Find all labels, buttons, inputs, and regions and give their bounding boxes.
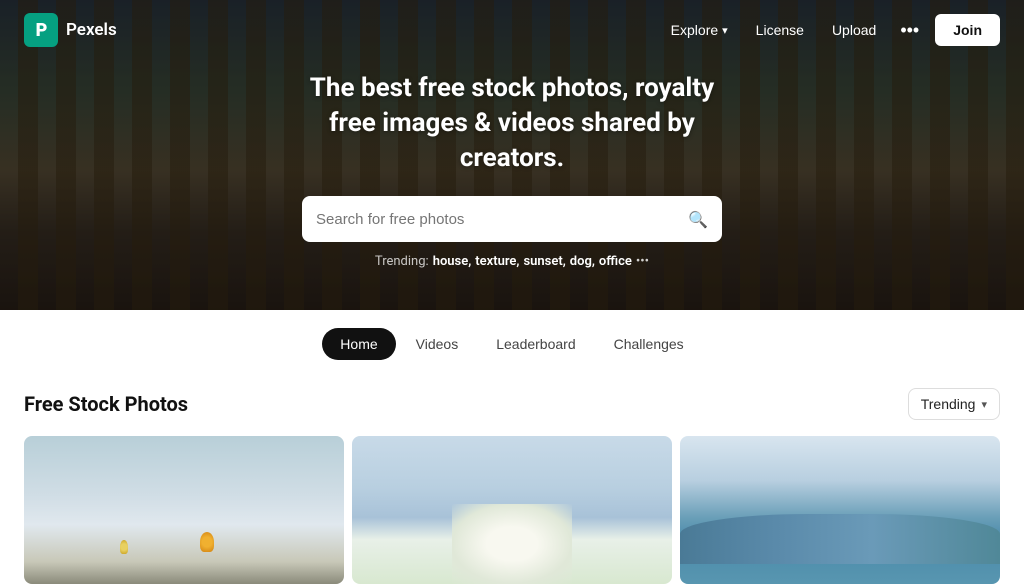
trending-tag-dog[interactable]: dog,: [570, 254, 595, 269]
trending-tag-texture[interactable]: texture,: [475, 254, 519, 269]
tabs-bar: Home Videos Leaderboard Challenges: [0, 310, 1024, 372]
trending-tag-sunset[interactable]: sunset,: [523, 254, 565, 269]
nav-right: Explore ▾ License Upload ••• Join: [659, 14, 1000, 47]
chevron-down-icon: ▾: [722, 24, 728, 37]
search-bar: 🔍: [302, 196, 722, 242]
tab-leaderboard[interactable]: Leaderboard: [478, 328, 593, 360]
logo-icon: P: [24, 13, 58, 47]
trending-tag-house[interactable]: house,: [433, 254, 472, 269]
upload-nav-button[interactable]: Upload: [820, 16, 888, 44]
explore-nav-button[interactable]: Explore ▾: [659, 16, 740, 44]
tab-challenges[interactable]: Challenges: [596, 328, 702, 360]
photo-card[interactable]: [352, 436, 672, 584]
brand-name: Pexels: [66, 20, 117, 40]
photo-card[interactable]: [24, 436, 344, 584]
search-input[interactable]: [316, 211, 680, 228]
search-icon: 🔍: [688, 210, 708, 229]
photos-header: Free Stock Photos Trending ▾: [24, 388, 1000, 420]
hero-section: P Pexels Explore ▾ License Upload ••• Jo…: [0, 0, 1024, 310]
photo-grid: [24, 436, 1000, 584]
navbar: P Pexels Explore ▾ License Upload ••• Jo…: [0, 0, 1024, 60]
trending-more-button[interactable]: •••: [636, 254, 649, 269]
tab-home[interactable]: Home: [322, 328, 395, 360]
chevron-down-icon: ▾: [981, 398, 987, 411]
more-options-button[interactable]: •••: [892, 14, 927, 47]
license-nav-button[interactable]: License: [744, 16, 816, 44]
join-button[interactable]: Join: [935, 14, 1000, 46]
photo-card[interactable]: [680, 436, 1000, 584]
hero-title: The best free stock photos, royalty free…: [302, 71, 722, 176]
photos-section: Free Stock Photos Trending ▾: [0, 372, 1024, 584]
logo-link[interactable]: P Pexels: [24, 13, 117, 47]
trending-label: Trending:: [375, 254, 429, 269]
trending-row: Trending: house, texture, sunset, dog, o…: [375, 254, 649, 269]
sort-dropdown[interactable]: Trending ▾: [908, 388, 1000, 420]
tab-videos[interactable]: Videos: [398, 328, 477, 360]
photos-section-title: Free Stock Photos: [24, 392, 188, 416]
trending-tag-office[interactable]: office: [599, 254, 632, 269]
